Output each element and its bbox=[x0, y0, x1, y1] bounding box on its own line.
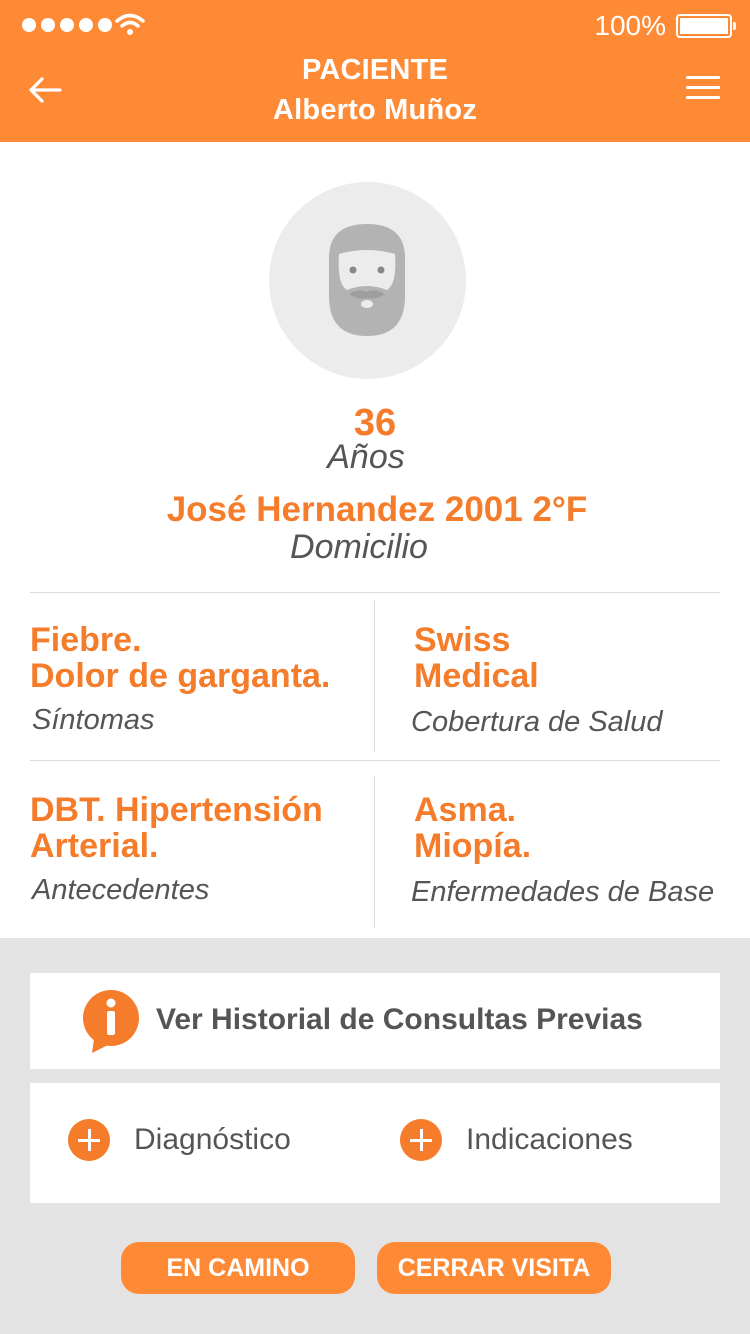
enfermedades-value: Asma. Miopía. bbox=[414, 791, 532, 865]
wifi-icon bbox=[115, 13, 145, 35]
bearded-man-icon bbox=[329, 224, 405, 336]
add-diagnostico-button[interactable]: Diagnóstico bbox=[68, 1119, 291, 1161]
historial-label: Ver Historial de Consultas Previas bbox=[156, 1003, 643, 1036]
avatar bbox=[269, 182, 466, 379]
add-indicaciones-button[interactable]: Indicaciones bbox=[400, 1119, 633, 1161]
historial-button[interactable]: Ver Historial de Consultas Previas bbox=[30, 973, 720, 1069]
sintomas-value: Fiebre. Dolor de garganta. bbox=[30, 621, 331, 695]
plus-icon bbox=[400, 1119, 442, 1161]
age-label: Años bbox=[327, 438, 405, 476]
antecedentes-value: DBT. Hipertensión Arterial. bbox=[30, 791, 323, 865]
patient-name: Alberto Muñoz bbox=[273, 94, 477, 126]
patient-details-panel: 36 Años José Hernandez 2001 2°F Domicili… bbox=[0, 142, 750, 938]
hamburger-menu-icon[interactable] bbox=[686, 76, 720, 104]
info-icon bbox=[83, 990, 139, 1053]
divider bbox=[374, 600, 375, 752]
cobertura-value: Swiss Medical bbox=[414, 621, 539, 695]
sintomas-label: Síntomas bbox=[32, 704, 155, 736]
divider bbox=[30, 592, 720, 593]
page-title: PACIENTE bbox=[301, 54, 449, 86]
battery-percentage: 100% bbox=[594, 10, 666, 41]
divider bbox=[30, 760, 720, 761]
signal-strength-icon bbox=[22, 18, 112, 32]
status-bar: 100% bbox=[0, 0, 750, 52]
indicaciones-label: Indicaciones bbox=[466, 1123, 633, 1156]
address-label: Domicilio bbox=[290, 528, 428, 566]
actions-card: Diagnóstico Indicaciones bbox=[30, 1083, 720, 1203]
enfermedades-label: Enfermedades de Base bbox=[411, 876, 715, 908]
cerrar-visita-button[interactable]: CERRAR VISITA bbox=[377, 1242, 611, 1294]
cobertura-label: Cobertura de Salud bbox=[411, 706, 663, 738]
en-camino-button[interactable]: EN CAMINO bbox=[121, 1242, 355, 1294]
battery-icon bbox=[676, 14, 736, 38]
diagnostico-label: Diagnóstico bbox=[134, 1123, 291, 1156]
antecedentes-label: Antecedentes bbox=[32, 874, 210, 906]
patient-address: José Hernandez 2001 2°F bbox=[166, 490, 588, 529]
divider bbox=[374, 776, 375, 928]
app-header: 100% PACIENTE Alberto Muñoz bbox=[0, 0, 750, 142]
plus-icon bbox=[68, 1119, 110, 1161]
